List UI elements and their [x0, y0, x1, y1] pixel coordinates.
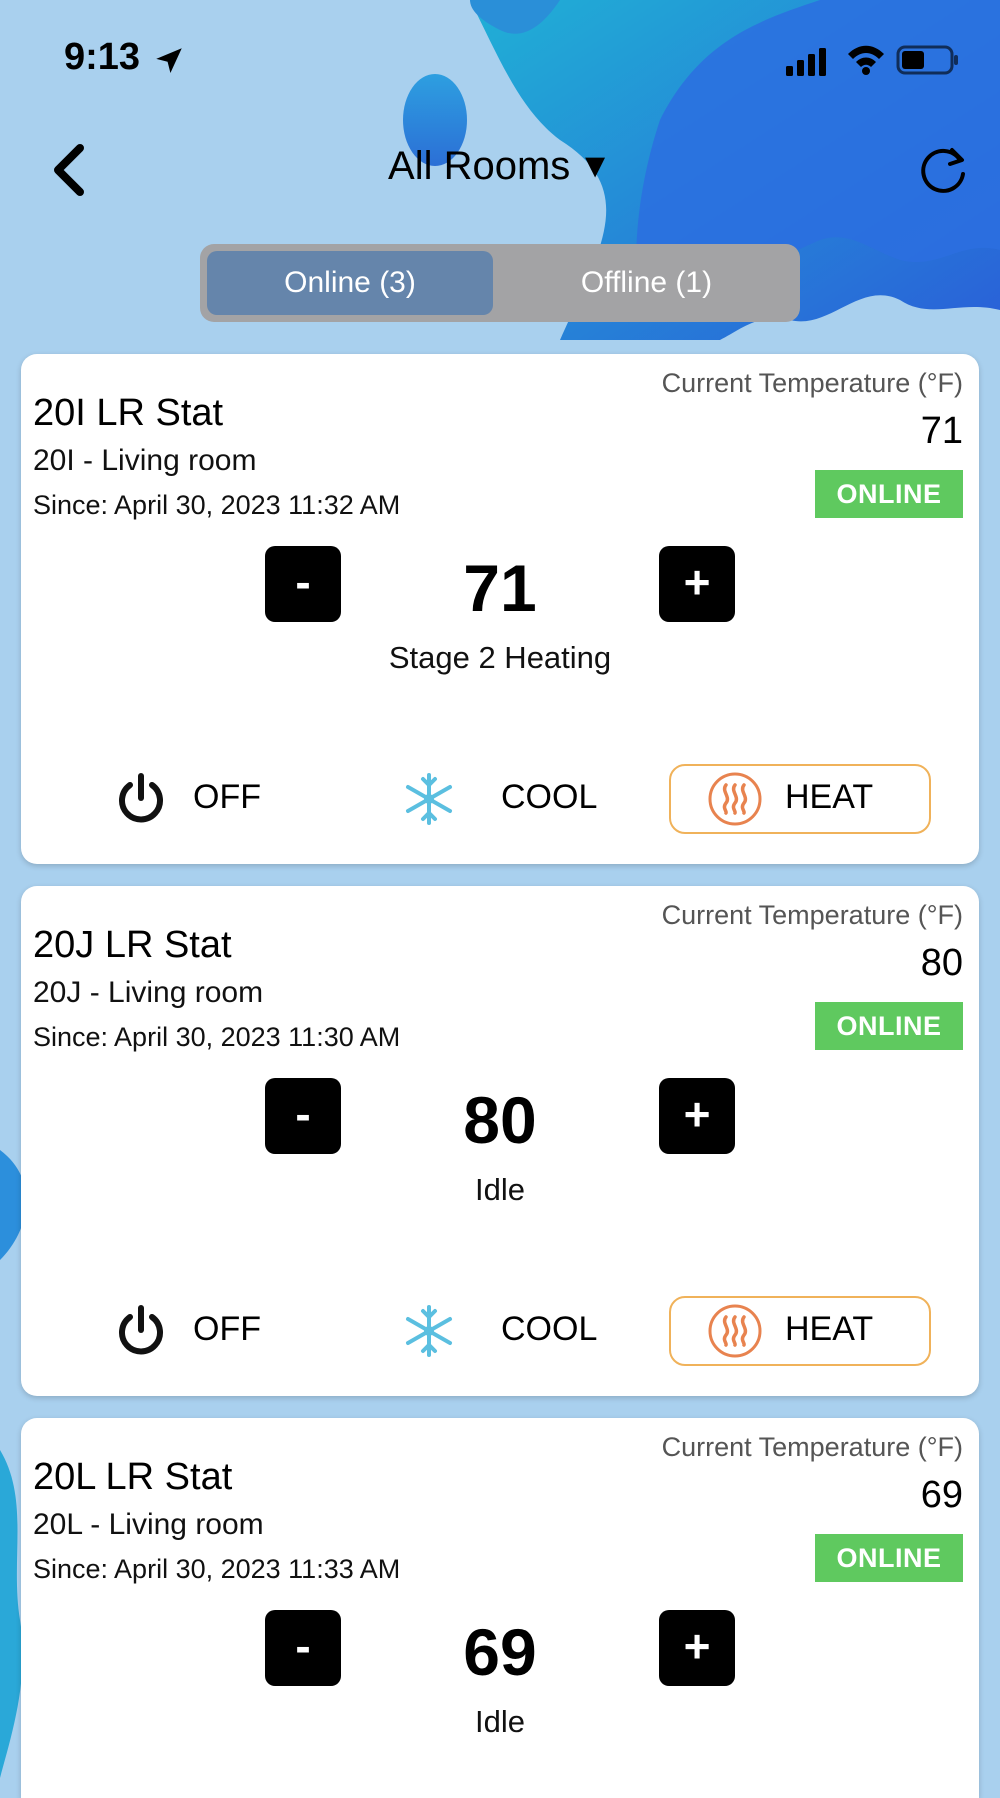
mode-off-label: OFF [193, 778, 261, 816]
refresh-icon[interactable] [916, 142, 972, 198]
thermostat-name: 20L LR Stat [33, 1456, 233, 1498]
current-temp-label: Current Temperature (°F) [661, 900, 963, 930]
tab-offline[interactable]: Offline (1) [500, 251, 793, 315]
status-badge: ONLINE [815, 1534, 963, 1582]
battery-icon [896, 45, 958, 75]
mode-off-button[interactable]: OFF [113, 1296, 313, 1366]
setpoint-value: 71 [463, 551, 537, 625]
decrease-setpoint-button[interactable]: - [265, 1078, 341, 1154]
thermostat-name: 20J LR Stat [33, 924, 232, 966]
current-temp-value: 80 [920, 942, 963, 984]
status-time: 9:13 [64, 36, 141, 78]
status-badge: ONLINE [815, 470, 963, 518]
current-temp-value: 69 [920, 1474, 963, 1516]
thermostat-since: Since: April 30, 2023 11:33 AM [33, 1554, 401, 1584]
heat-waves-icon [708, 772, 762, 826]
snowflake-icon [406, 1305, 452, 1357]
hvac-state: Idle [475, 1704, 525, 1739]
snowflake-icon [406, 773, 452, 825]
mode-heat-label: HEAT [785, 778, 874, 816]
mode-cool-button[interactable]: COOL [401, 1296, 621, 1366]
status-badge: ONLINE [815, 1002, 963, 1050]
cellular-signal-icon [786, 48, 826, 76]
tab-online[interactable]: Online (3) [207, 251, 493, 315]
hvac-state: Stage 2 Heating [388, 640, 612, 675]
status-bar: 9:13 [0, 0, 1000, 120]
current-temp-value: 71 [920, 410, 963, 452]
thermostat-since: Since: April 30, 2023 11:32 AM [33, 490, 401, 520]
power-icon [119, 773, 163, 823]
increase-setpoint-button[interactable]: + [659, 1610, 735, 1686]
setpoint-value: 80 [463, 1083, 537, 1157]
room-selector-label: All Rooms [388, 144, 571, 188]
thermostat-card: 20L LR Stat 20L - Living room Since: Apr… [21, 1418, 979, 1798]
decrease-setpoint-button[interactable]: - [265, 546, 341, 622]
thermostat-card: 20J LR Stat 20J - Living room Since: Apr… [21, 886, 979, 1396]
mode-off-label: OFF [193, 1310, 261, 1348]
mode-cool-label: COOL [501, 1310, 598, 1348]
increase-setpoint-button[interactable]: + [659, 546, 735, 622]
dropdown-triangle-icon: ▼ [578, 147, 612, 185]
heat-waves-icon [708, 1304, 762, 1358]
setpoint-value: 69 [463, 1615, 537, 1689]
mode-heat-button[interactable]: HEAT [669, 1296, 931, 1366]
decrease-setpoint-button[interactable]: - [265, 1610, 341, 1686]
mode-cool-button[interactable]: COOL [401, 764, 621, 834]
location-arrow-icon [156, 48, 182, 74]
thermostat-location: 20I - Living room [33, 444, 257, 477]
increase-setpoint-button[interactable]: + [659, 1078, 735, 1154]
status-tabs: Online (3) Offline (1) [200, 244, 800, 322]
mode-off-button[interactable]: OFF [113, 764, 313, 834]
mode-heat-button[interactable]: HEAT [669, 764, 931, 834]
power-icon [119, 1305, 163, 1355]
thermostat-location: 20L - Living room [33, 1508, 264, 1541]
wifi-icon [848, 45, 884, 75]
thermostat-name: 20I LR Stat [33, 392, 224, 434]
thermostat-location: 20J - Living room [33, 976, 264, 1009]
thermostat-since: Since: April 30, 2023 11:30 AM [33, 1022, 401, 1052]
thermostat-card: 20I LR Stat 20I - Living room Since: Apr… [21, 354, 979, 864]
hvac-state: Idle [475, 1172, 525, 1207]
current-temp-label: Current Temperature (°F) [661, 1432, 963, 1462]
room-selector[interactable]: All Rooms ▼ [0, 144, 1000, 189]
current-temp-label: Current Temperature (°F) [661, 368, 963, 398]
mode-cool-label: COOL [501, 778, 598, 816]
mode-heat-label: HEAT [785, 1310, 874, 1348]
